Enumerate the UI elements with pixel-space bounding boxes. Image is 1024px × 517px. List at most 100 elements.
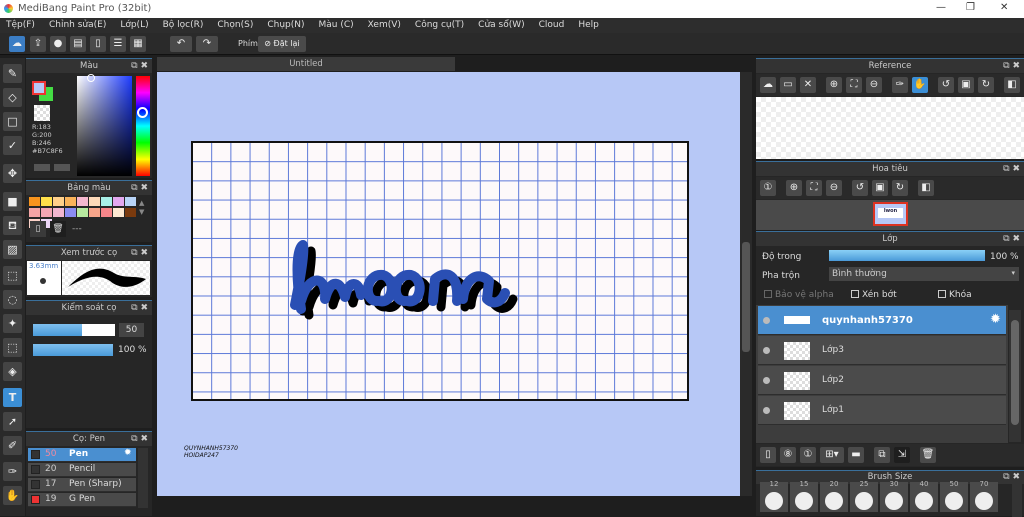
canvas-area[interactable]: lwon QUYNHANH57370 HOIDAP247 (157, 72, 740, 496)
menu-layer[interactable]: Lớp(L) (120, 18, 155, 33)
palette-swatch[interactable] (65, 197, 76, 206)
palette-scroll[interactable]: ▲ ▼ (139, 199, 144, 217)
menu-tools[interactable]: Công cụ(T) (415, 18, 471, 33)
clipping-checkbox[interactable]: Xén bớt (851, 290, 897, 300)
transparent-color[interactable] (34, 105, 50, 121)
document-icon[interactable]: ▯ (90, 36, 106, 52)
brush-item[interactable]: 50 Pen ✹ (28, 448, 136, 462)
brush-item[interactable]: 17 Pen (Sharp) (28, 478, 136, 492)
layer-item[interactable]: quynhanh57370 ✹ (758, 306, 1006, 335)
layer-scrollbar[interactable] (1009, 310, 1021, 442)
fill-rect-tool-icon[interactable]: ■ (3, 192, 22, 211)
close-icon[interactable]: ✕ (800, 77, 816, 93)
primary-color[interactable] (32, 81, 46, 95)
brush-opacity-slider[interactable] (33, 344, 113, 356)
brush-list-scrollbar[interactable] (138, 448, 148, 508)
palette-swatch[interactable] (77, 208, 88, 217)
sv-cursor[interactable] (87, 74, 95, 82)
visibility-icon[interactable] (763, 317, 770, 324)
menu-snap[interactable]: Chụp(N) (267, 18, 311, 33)
canvas-paper[interactable]: lwon (191, 141, 689, 401)
layer-item[interactable]: Lớp1 (758, 396, 1006, 425)
blend-mode-select[interactable]: Bình thường ▾ (829, 267, 1019, 281)
hand-tool-icon[interactable]: ✋ (3, 486, 22, 505)
menu-help[interactable]: Help (578, 18, 606, 33)
cloud-icon[interactable]: ☁ (9, 36, 25, 52)
comment-icon[interactable]: ● (50, 36, 66, 52)
rotate-right-icon[interactable]: ↻ (892, 180, 908, 196)
color-picker-button[interactable] (54, 164, 70, 171)
eyedropper-icon[interactable]: ✑ (892, 77, 908, 93)
select-eraser-tool-icon[interactable]: ◈ (3, 362, 22, 381)
reset-view-icon[interactable]: ▣ (958, 77, 974, 93)
protect-alpha-checkbox[interactable]: Bảo vệ alpha (764, 290, 834, 300)
panel-controls[interactable]: ⧉ ✖ (1003, 162, 1020, 176)
menu-cloud[interactable]: Cloud (539, 18, 572, 33)
select-tool-icon[interactable]: ⬚ (3, 266, 22, 285)
new-1bit-layer-icon[interactable]: ① (800, 447, 816, 463)
hue-cursor[interactable] (137, 107, 148, 118)
brush-size-item[interactable]: 25 (850, 480, 878, 512)
menu-edit[interactable]: Chỉnh sửa(E) (49, 18, 113, 33)
gradient-tool-icon[interactable]: ▨ (3, 240, 22, 259)
palette-swatch[interactable] (65, 208, 76, 217)
visibility-icon[interactable] (763, 347, 770, 354)
visibility-icon[interactable] (763, 407, 770, 414)
brush-size-item[interactable]: 70 (970, 480, 998, 512)
rectangle-tool-icon[interactable]: □ (3, 112, 22, 131)
palette-swatch[interactable] (101, 208, 112, 217)
palette-swatch[interactable] (41, 197, 52, 206)
hand-icon[interactable]: ✋ (912, 77, 928, 93)
zoom-in-icon[interactable]: ⊕ (786, 180, 802, 196)
eyedropper-tool-icon[interactable]: ✑ (3, 462, 22, 481)
trash-icon[interactable]: 🗑 (50, 221, 66, 237)
brush-size-item[interactable]: 40 (910, 480, 938, 512)
speech-icon[interactable]: ▤ (70, 36, 86, 52)
brush-size-scrollbar[interactable] (1012, 484, 1022, 517)
vector-tool-icon[interactable]: ✓ (3, 136, 22, 155)
palette-swatch[interactable] (53, 208, 64, 217)
palette-swatch[interactable] (113, 197, 124, 206)
text-tool-icon[interactable]: T (3, 388, 22, 407)
zoom-out-icon[interactable]: ⊖ (826, 180, 842, 196)
palette-swatch[interactable] (125, 197, 136, 206)
move-tool-icon[interactable]: ✥ (3, 164, 22, 183)
palette-swatch[interactable] (101, 197, 112, 206)
folder-open-icon[interactable]: ▭ (780, 77, 796, 93)
layer-item[interactable]: Lớp2 (758, 366, 1006, 395)
menu-window[interactable]: Cửa sổ(W) (478, 18, 531, 33)
brush-size-value[interactable]: 50 (119, 323, 144, 337)
palette-swatch[interactable] (29, 208, 40, 217)
grid-icon[interactable]: ▦ (130, 36, 146, 52)
list-icon[interactable]: ☰ (110, 36, 126, 52)
scrollbar-thumb[interactable] (742, 242, 750, 352)
lasso-tool-icon[interactable]: ◌ (3, 290, 22, 309)
fit-icon[interactable]: ⛶ (846, 77, 862, 93)
hue-slider[interactable] (136, 76, 150, 176)
rotate-right-icon[interactable]: ↻ (978, 77, 994, 93)
fit-icon[interactable]: ⛶ (806, 180, 822, 196)
panel-controls[interactable]: ⧉ ✖ (131, 246, 148, 260)
brush-tool-icon[interactable]: ✎ (3, 64, 22, 83)
close-button[interactable]: ✕ (1000, 2, 1008, 13)
new-8bit-layer-icon[interactable]: ⑧ (780, 447, 796, 463)
palette-swatch[interactable] (125, 208, 136, 217)
palette-swatch[interactable] (29, 197, 40, 206)
share-icon[interactable]: ⇪ (30, 36, 46, 52)
gear-icon[interactable]: ✹ (124, 448, 132, 458)
color-mode-button[interactable] (34, 164, 50, 171)
menu-color[interactable]: Màu (C) (319, 18, 361, 33)
lock-checkbox[interactable]: Khóa (938, 290, 972, 300)
maximize-button[interactable]: ❐ (966, 2, 975, 13)
brush-size-slider[interactable] (33, 324, 115, 336)
bucket-tool-icon[interactable]: ⛾ (3, 216, 22, 235)
palette-swatch[interactable] (41, 208, 52, 217)
cloud-download-icon[interactable]: ☁ (760, 77, 776, 93)
undo-button[interactable]: ↶ (170, 36, 192, 52)
tab-untitled[interactable]: Untitled (157, 57, 455, 71)
palette-swatch[interactable] (89, 208, 100, 217)
gear-icon[interactable]: ✹ (990, 312, 1001, 327)
panel-controls[interactable]: ⧉ ✖ (131, 301, 148, 315)
palette-swatch[interactable] (89, 197, 100, 206)
panel-controls[interactable]: ⧉ ✖ (1003, 471, 1020, 484)
